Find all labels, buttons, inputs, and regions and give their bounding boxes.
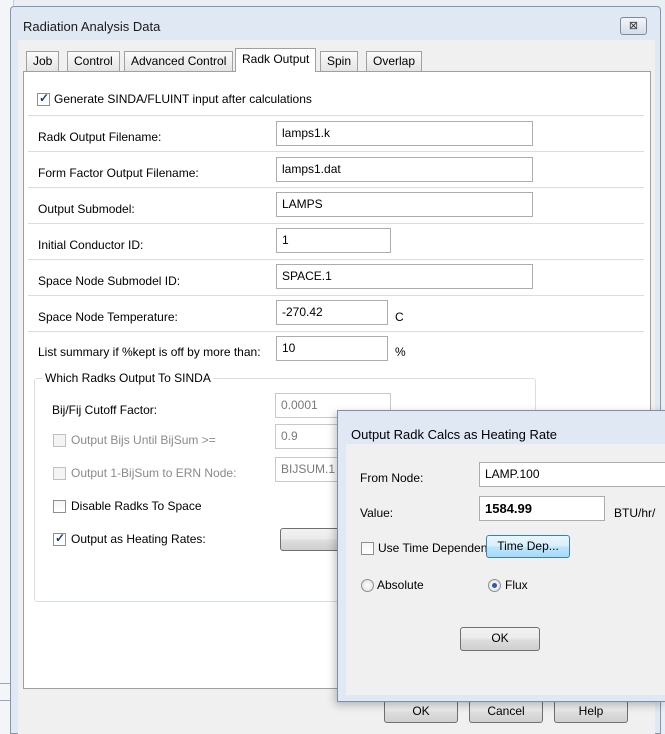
- value-input[interactable]: 1584.99: [479, 496, 605, 521]
- heating-rate-dialog-title: Output Radk Calcs as Heating Rate: [351, 427, 557, 442]
- separator: [28, 151, 644, 152]
- disable-radks-space-checkbox[interactable]: [53, 500, 66, 513]
- tab-control[interactable]: Control: [67, 51, 120, 71]
- tab-advanced-control[interactable]: Advanced Control: [124, 51, 234, 71]
- generate-sinda-checkbox[interactable]: [37, 91, 50, 106]
- form-factor-filename-input[interactable]: lamps1.dat: [276, 157, 533, 182]
- from-node-label: From Node:: [360, 471, 424, 485]
- absolute-radio[interactable]: [361, 579, 374, 592]
- generate-sinda-label: Generate SINDA/FLUINT input after calcul…: [54, 92, 312, 106]
- close-button[interactable]: ⊠: [620, 17, 647, 35]
- separator: [28, 115, 644, 116]
- dialog-title: Radiation Analysis Data: [23, 19, 161, 34]
- time-dependent-checkbox[interactable]: [361, 542, 374, 555]
- ok-button[interactable]: OK: [384, 700, 458, 723]
- separator: [28, 223, 644, 224]
- output-submodel-label: Output Submodel:: [38, 202, 135, 216]
- popup-ok-button[interactable]: OK: [460, 627, 540, 651]
- form-factor-filename-label: Form Factor Output Filename:: [38, 166, 199, 180]
- tab-spin[interactable]: Spin: [320, 51, 359, 71]
- tab-job[interactable]: Job: [26, 51, 60, 71]
- separator: [28, 187, 644, 188]
- separator: [28, 259, 644, 260]
- temp-unit-label: C: [395, 310, 404, 324]
- absolute-radio-label: Absolute: [377, 578, 424, 592]
- initial-conductor-input[interactable]: 1: [276, 228, 391, 253]
- radk-filename-input[interactable]: lamps1.k: [276, 121, 533, 146]
- time-dependent-label: Use Time Dependent: [378, 541, 491, 555]
- output-submodel-input[interactable]: LAMPS: [276, 192, 533, 217]
- list-summary-input[interactable]: 10: [276, 336, 388, 361]
- tab-overlap[interactable]: Overlap: [366, 51, 423, 71]
- space-node-temp-label: Space Node Temperature:: [38, 310, 178, 324]
- heating-rate-dialog: Output Radk Calcs as Heating Rate From N…: [337, 410, 665, 702]
- space-node-submodel-input[interactable]: SPACE.1: [276, 264, 533, 289]
- heating-rates-label: Output as Heating Rates:: [71, 532, 206, 546]
- heating-rates-checkbox[interactable]: [53, 531, 66, 546]
- space-node-temp-input[interactable]: -270.42: [276, 300, 388, 325]
- from-node-input[interactable]: LAMP.100: [479, 462, 665, 487]
- separator: [28, 331, 644, 332]
- flux-radio-label: Flux: [505, 578, 528, 592]
- heating-rate-client-area: From Node: LAMP.100 Value: 1584.99 BTU/h…: [346, 444, 665, 695]
- which-radks-group-title: Which Radks Output To SINDA: [43, 371, 213, 385]
- time-dep-button[interactable]: Time Dep...: [486, 535, 570, 558]
- value-label: Value:: [360, 506, 394, 520]
- output-bijs-checkbox[interactable]: [53, 434, 66, 447]
- output-ern-label: Output 1-BijSum to ERN Node:: [71, 466, 237, 480]
- output-ern-checkbox[interactable]: [53, 467, 66, 480]
- flux-radio[interactable]: [488, 579, 501, 592]
- percent-unit-label: %: [395, 345, 406, 359]
- disable-radks-space-label: Disable Radks To Space: [71, 499, 202, 513]
- cancel-button[interactable]: Cancel: [469, 700, 543, 723]
- space-node-submodel-label: Space Node Submodel ID:: [38, 274, 181, 288]
- radk-filename-label: Radk Output Filename:: [38, 130, 162, 144]
- tab-radk-output[interactable]: Radk Output: [235, 48, 317, 72]
- list-summary-label: List summary if %kept is off by more tha…: [38, 345, 261, 359]
- close-icon: ⊠: [628, 20, 639, 32]
- initial-conductor-label: Initial Conductor ID:: [38, 238, 144, 252]
- output-bijs-label: Output Bijs Until BijSum >=: [71, 433, 216, 447]
- help-button[interactable]: Help: [554, 700, 628, 723]
- value-unit-label: BTU/hr/: [614, 506, 656, 520]
- cutoff-factor-label: Bij/Fij Cutoff Factor:: [52, 403, 158, 417]
- separator: [28, 295, 644, 296]
